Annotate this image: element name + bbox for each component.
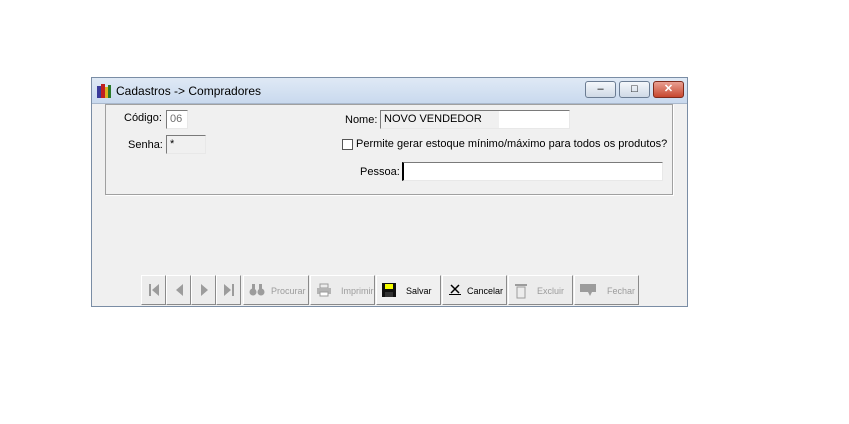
next-record-button[interactable] [191, 275, 216, 305]
codigo-label: Código: [124, 112, 162, 124]
maximize-icon: □ [631, 83, 638, 95]
next-record-icon [201, 284, 208, 296]
close-button[interactable]: ✕ [653, 81, 684, 98]
first-record-button[interactable] [141, 275, 166, 305]
cancel-icon [449, 284, 461, 295]
imprimir-button[interactable]: Imprimir [310, 275, 375, 305]
estoque-checkbox[interactable] [342, 139, 353, 150]
nome-field[interactable]: NOVO VENDEDOR [380, 110, 570, 129]
last-record-icon [224, 284, 234, 296]
pessoa-field[interactable] [402, 162, 663, 181]
pessoa-label: Pessoa: [360, 166, 400, 178]
excluir-button[interactable]: Excluir [508, 275, 573, 305]
exit-door-icon [580, 284, 596, 296]
prev-record-icon [176, 284, 183, 296]
maximize-button[interactable]: □ [619, 81, 650, 98]
cancelar-button[interactable]: Cancelar [442, 275, 507, 305]
floppy-disk-icon [382, 283, 396, 297]
window-title: Cadastros -> Compradores [116, 84, 262, 98]
trash-icon [515, 284, 527, 299]
senha-field[interactable]: * [166, 135, 206, 154]
minimize-icon: ‒ [597, 83, 604, 95]
compradores-window: Cadastros -> Compradores ‒ □ ✕ Código: 0… [91, 77, 688, 307]
estoque-checkbox-label: Permite gerar estoque mínimo/máximo para… [356, 138, 668, 150]
procurar-label: Procurar [271, 286, 306, 296]
last-record-button[interactable] [216, 275, 241, 305]
senha-label: Senha: [128, 139, 163, 151]
cancelar-label: Cancelar [467, 286, 504, 296]
binoculars-icon [249, 284, 265, 296]
prev-record-button[interactable] [166, 275, 191, 305]
codigo-field[interactable]: 06 [166, 110, 188, 129]
salvar-label: Salvar [406, 286, 432, 296]
first-record-icon [149, 284, 159, 296]
close-icon: ✕ [663, 83, 674, 95]
nome-label: Nome: [345, 114, 378, 126]
salvar-button[interactable]: Salvar [376, 275, 441, 305]
minimize-button[interactable]: ‒ [585, 81, 616, 98]
app-icon [97, 84, 111, 98]
imprimir-label: Imprimir [341, 286, 374, 296]
printer-icon [317, 283, 331, 297]
title-bar: Cadastros -> Compradores ‒ □ ✕ [92, 78, 687, 104]
fechar-button[interactable]: Fechar [574, 275, 639, 305]
excluir-label: Excluir [537, 286, 565, 296]
procurar-button[interactable]: Procurar [243, 275, 309, 305]
fechar-label: Fechar [607, 286, 636, 296]
